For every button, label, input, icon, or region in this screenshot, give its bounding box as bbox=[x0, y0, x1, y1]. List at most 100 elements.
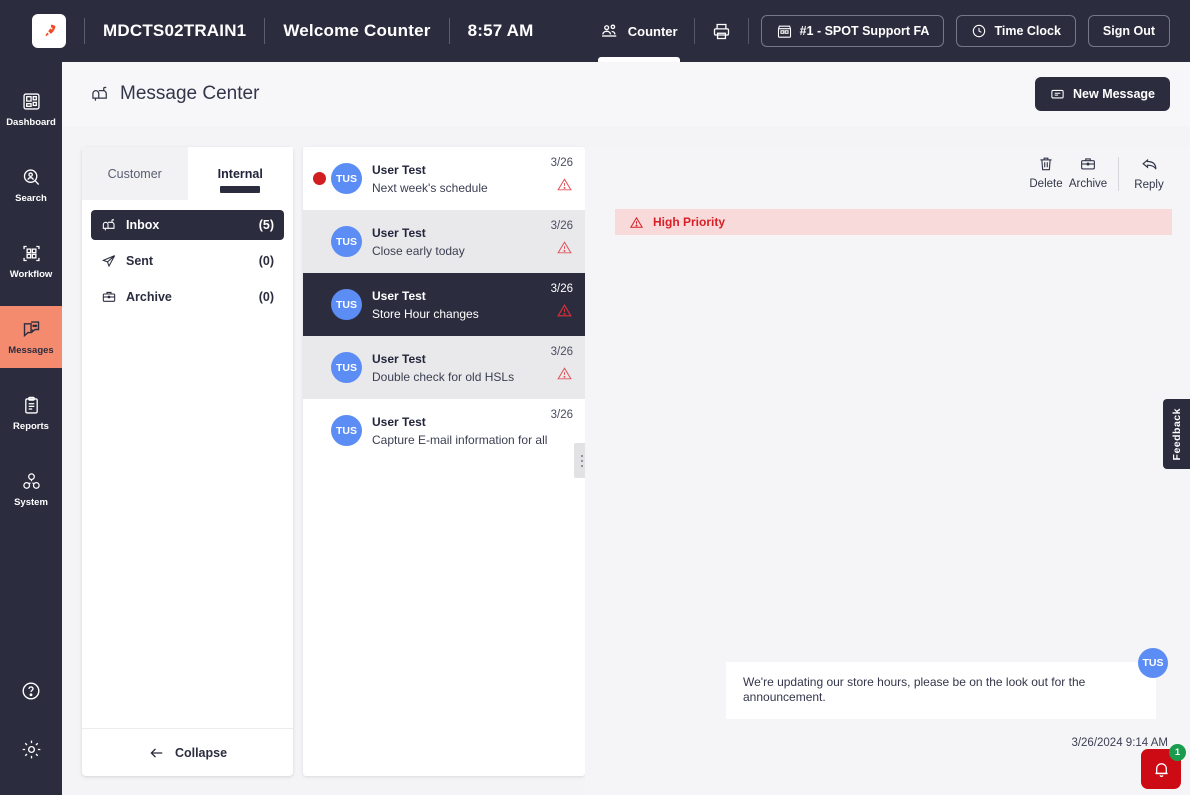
archive-label: Archive bbox=[1068, 178, 1108, 190]
sign-out-button[interactable]: Sign Out bbox=[1087, 15, 1170, 47]
message-subject: Store Hour changes bbox=[372, 306, 479, 321]
tab-counter[interactable]: Counter bbox=[584, 0, 694, 62]
reply-icon bbox=[1141, 158, 1156, 170]
message-list-item[interactable]: TUS User Test Close early today 3/26 bbox=[303, 210, 585, 273]
sidebar-item-system[interactable]: System bbox=[0, 458, 62, 520]
priority-indicator bbox=[551, 302, 573, 319]
help-icon bbox=[22, 682, 40, 700]
divider bbox=[747, 18, 749, 44]
top-bar: MDCTS02TRAIN1 Welcome Counter 8:57 AM Co… bbox=[0, 0, 1190, 62]
collapse-label: Collapse bbox=[174, 745, 228, 760]
message-content: User Test Capture E-mail information for… bbox=[372, 415, 551, 447]
divider bbox=[448, 18, 450, 44]
priority-indicator bbox=[551, 239, 573, 256]
new-message-button[interactable]: New Message bbox=[1035, 77, 1170, 111]
support-store-label: #1 - SPOT Support FA bbox=[799, 24, 930, 38]
message-date: 3/26 bbox=[550, 346, 573, 358]
message-date: 3/26 bbox=[550, 409, 573, 421]
folder-label: Inbox bbox=[126, 218, 160, 232]
divider bbox=[84, 18, 85, 44]
sidebar-item-search[interactable]: Search bbox=[0, 154, 62, 216]
tab-internal-label: Internal bbox=[217, 166, 263, 181]
support-store-button[interactable]: #1 - SPOT Support FA bbox=[760, 15, 945, 47]
divider bbox=[264, 18, 266, 44]
message-sender: User Test bbox=[372, 162, 426, 177]
priority-banner: High Priority bbox=[615, 209, 1172, 235]
priority-label: High Priority bbox=[653, 215, 726, 229]
folder-count: (5) bbox=[258, 218, 274, 232]
sidebar-item-settings[interactable]: Settings bbox=[0, 723, 62, 775]
conversation-area: We're updating our store hours, please b… bbox=[585, 647, 1190, 749]
store-id: MDCTS02TRAIN1 bbox=[103, 21, 247, 40]
time-clock-button[interactable]: Time Clock bbox=[956, 15, 1076, 47]
time-clock-label: Time Clock bbox=[994, 24, 1061, 38]
page-title: Message Center bbox=[90, 83, 259, 105]
messages-icon bbox=[23, 320, 39, 337]
tab-counter-label: Counter bbox=[627, 23, 678, 39]
collapse-button[interactable]: Collapse bbox=[82, 728, 293, 776]
sidebar-item-help[interactable]: Help bbox=[0, 665, 62, 717]
dashboard-icon bbox=[22, 92, 40, 110]
message-subject: Capture E-mail information for all custo… bbox=[372, 432, 551, 447]
warning-triangle-icon bbox=[557, 178, 572, 191]
sidebar-item-label: Workflow bbox=[9, 268, 53, 280]
reply-label: Reply bbox=[1134, 179, 1164, 191]
message-list-item[interactable]: TUS User Test Double check for old HSLs … bbox=[303, 336, 585, 399]
folder-list: Inbox (5) Sent (0) Archive (0) bbox=[82, 200, 293, 318]
folder-item-inbox[interactable]: Inbox (5) bbox=[91, 210, 284, 240]
delete-label: Delete bbox=[1029, 178, 1063, 190]
arrow-left-icon bbox=[150, 747, 163, 758]
archive-button[interactable]: Archive bbox=[1067, 155, 1109, 190]
sidebar-item-reports[interactable]: Reports bbox=[0, 382, 62, 444]
paper-plane-icon bbox=[101, 255, 116, 268]
print-button[interactable] bbox=[695, 21, 748, 42]
delete-button[interactable]: Delete bbox=[1025, 155, 1067, 190]
notifications-button[interactable]: 1 bbox=[1141, 744, 1186, 789]
avatar: TUS bbox=[331, 163, 362, 194]
sidebar-item-label: Reports bbox=[13, 420, 49, 432]
tab-customer[interactable]: Customer bbox=[82, 147, 188, 200]
warning-triangle-icon bbox=[557, 304, 572, 317]
sidebar-item-workflow[interactable]: Workflow bbox=[0, 230, 62, 292]
sidebar-bottom: Help Settings bbox=[0, 665, 62, 781]
message-sender: User Test bbox=[372, 414, 426, 429]
trash-icon bbox=[1040, 157, 1052, 171]
sidebar-nav: Dashboard Search Workflow Messages Repor… bbox=[0, 62, 62, 795]
message-content: User Test Close early today bbox=[372, 226, 465, 258]
folder-item-sent[interactable]: Sent (0) bbox=[91, 246, 284, 276]
search-icon bbox=[23, 168, 39, 185]
store-icon bbox=[777, 25, 791, 38]
message-sender: User Test bbox=[372, 351, 426, 366]
warning-triangle-icon bbox=[557, 367, 572, 380]
message-date: 3/26 bbox=[550, 220, 573, 232]
avatar: TUS bbox=[331, 289, 362, 320]
message-meta: 3/26 bbox=[551, 210, 573, 273]
sidebar-item-label: Messages bbox=[8, 344, 54, 356]
message-list-item[interactable]: TUS User Test Capture E-mail information… bbox=[303, 399, 585, 462]
sidebar-item-messages[interactable]: Messages bbox=[0, 306, 62, 368]
avatar: TUS bbox=[331, 352, 362, 383]
message-sender: User Test bbox=[372, 225, 426, 240]
avatar: TUS bbox=[331, 415, 362, 446]
message-content: User Test Next week's schedule bbox=[372, 163, 488, 195]
feedback-tab[interactable]: Feedback bbox=[1163, 399, 1190, 469]
app-logo[interactable] bbox=[32, 14, 66, 48]
sidebar-item-label: System bbox=[14, 496, 48, 508]
message-list-item[interactable]: TUS User Test Next week's schedule 3/26 bbox=[303, 147, 585, 210]
sidebar-item-dashboard[interactable]: Dashboard bbox=[0, 78, 62, 140]
priority-indicator bbox=[551, 176, 573, 193]
avatar: TUS bbox=[1138, 647, 1168, 678]
message-meta: 3/26 bbox=[551, 273, 573, 336]
folder-item-archive[interactable]: Archive (0) bbox=[91, 282, 284, 312]
message-subject: Close early today bbox=[372, 243, 465, 258]
message-bubble: We're updating our store hours, please b… bbox=[726, 661, 1156, 719]
tab-internal[interactable]: Internal bbox=[187, 147, 293, 200]
reply-button[interactable]: Reply bbox=[1128, 155, 1170, 191]
warning-triangle-icon bbox=[629, 216, 644, 228]
sidebar-item-label: Search bbox=[15, 192, 47, 204]
message-list-item-selected[interactable]: TUS User Test Store Hour changes 3/26 bbox=[303, 273, 585, 336]
tab-customer-label: Customer bbox=[107, 166, 162, 181]
message-icon bbox=[1051, 89, 1064, 98]
folders-panel: Customer Internal Inbox (5) Sent (0) Arc… bbox=[82, 147, 293, 776]
message-date: 3/26 bbox=[550, 157, 573, 169]
